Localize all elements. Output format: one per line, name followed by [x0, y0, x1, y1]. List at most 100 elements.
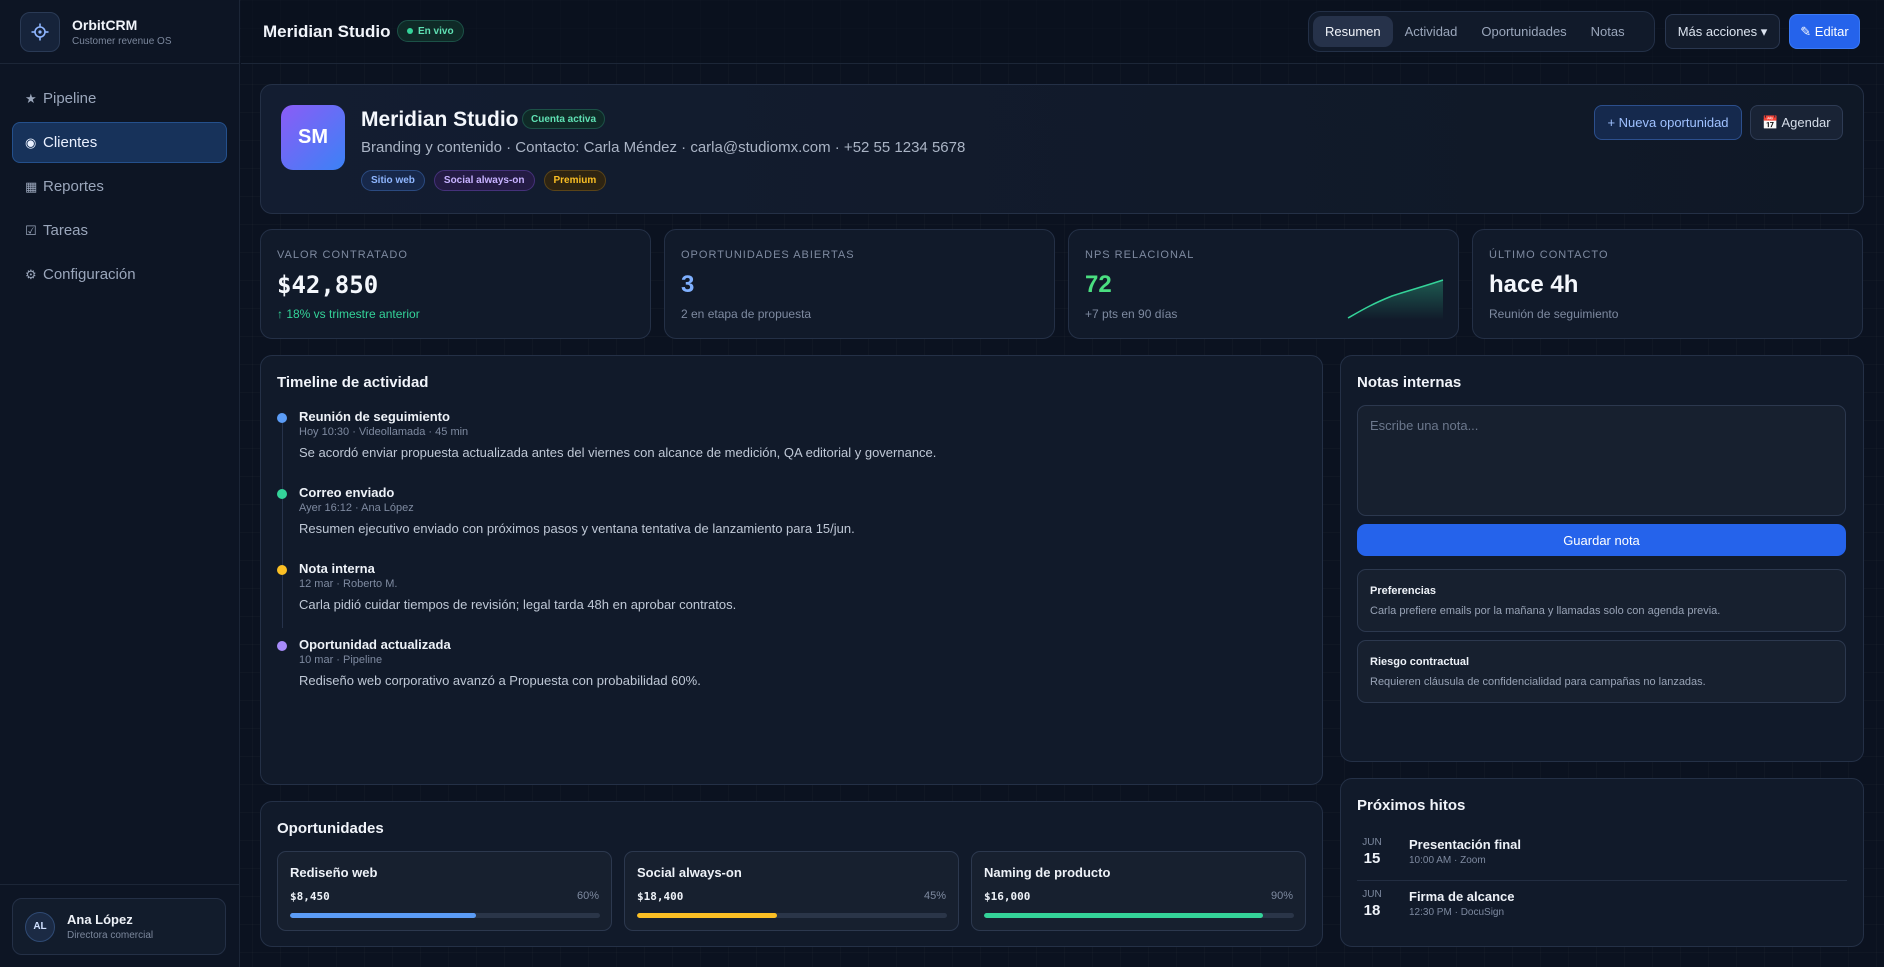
- note-card-title: Riesgo contractual: [1370, 656, 1470, 668]
- star-icon: ★: [25, 90, 37, 106]
- timeline-item-meta: 10 mar · Pipeline: [299, 654, 383, 666]
- progress-track: [637, 913, 947, 918]
- milestone-item[interactable]: JUN 15 Presentación final 10:00 AM · Zoo…: [1357, 837, 1847, 889]
- milestone-day: 15: [1363, 850, 1381, 867]
- tab-resumen[interactable]: Resumen: [1313, 16, 1393, 47]
- brand[interactable]: OrbitCRM Customer revenue OS: [20, 11, 230, 53]
- sidebar-item-label: Tareas: [43, 222, 89, 239]
- timeline-item-title: Oportunidad actualizada: [299, 637, 451, 652]
- client-header: SM Meridian Studio Cuenta activa Brandin…: [260, 84, 1864, 214]
- tag[interactable]: Sitio web: [361, 170, 425, 191]
- stat-value: 3: [681, 271, 695, 298]
- timeline-item-title: Reunión de seguimiento: [299, 409, 450, 424]
- save-note-button[interactable]: Guardar nota: [1357, 524, 1846, 556]
- target-icon: ◉: [25, 134, 37, 150]
- new-opportunity-button[interactable]: + Nueva oportunidad: [1594, 105, 1742, 140]
- stat-card-last-contact: ÚLTIMO CONTACTO hace 4h Reunión de segui…: [1472, 229, 1863, 339]
- tab-bar: Resumen Actividad Oportunidades Notas: [1308, 11, 1655, 52]
- user-name: Ana López: [67, 912, 133, 927]
- timeline-item-text: Rediseño web corporativo avanzó a Propue…: [299, 673, 701, 688]
- progress-track: [290, 913, 600, 918]
- client-description: Branding y contenido · Contacto: Carla M…: [361, 139, 966, 156]
- sidebar: OrbitCRM Customer revenue OS ★ Pipeline …: [0, 0, 240, 967]
- timeline-item-meta: Hoy 10:30 · Videollamada · 45 min: [299, 426, 469, 438]
- tab-oportunidades[interactable]: Oportunidades: [1469, 16, 1578, 47]
- timeline-item-text: Carla pidió cuidar tiempos de revisión; …: [299, 597, 737, 612]
- user-role: Directora comercial: [67, 930, 154, 941]
- timeline-dot-icon: [277, 641, 287, 651]
- stat-sub: 2 en etapa de propuesta: [681, 307, 812, 321]
- note-card-title: Preferencias: [1370, 585, 1437, 597]
- opportunity-name: Naming de producto: [984, 865, 1111, 880]
- progress-fill: [984, 913, 1263, 918]
- sidebar-item-tareas[interactable]: ☑ Tareas: [12, 210, 227, 251]
- checkbox-icon: ☑: [25, 222, 37, 238]
- timeline-line: [282, 418, 283, 628]
- brand-subtitle: Customer revenue OS: [72, 36, 172, 47]
- panel-title: Oportunidades: [277, 820, 384, 837]
- internal-notes-panel: Notas internas Guardar nota Preferencias…: [1340, 355, 1864, 762]
- sparkline-chart: [1347, 279, 1444, 320]
- client-avatar: SM: [281, 105, 345, 170]
- stat-sub: +7 pts en 90 días: [1085, 307, 1178, 321]
- note-input[interactable]: [1357, 405, 1846, 516]
- note-card[interactable]: Riesgo contractual Requieren cláusula de…: [1357, 640, 1846, 703]
- sidebar-item-configuracion[interactable]: ⚙ Configuración: [12, 254, 227, 295]
- opportunity-probability: 45%: [923, 890, 946, 902]
- timeline-dot-icon: [277, 413, 287, 423]
- note-card[interactable]: Preferencias Carla prefiere emails por l…: [1357, 569, 1846, 632]
- milestone-title: Presentación final: [1409, 837, 1521, 852]
- opportunity-name: Social always-on: [637, 865, 742, 880]
- stat-label: ÚLTIMO CONTACTO: [1489, 249, 1609, 261]
- milestone-meta: 10:00 AM · Zoom: [1409, 855, 1486, 866]
- topbar: Meridian Studio En vivo Resumen Activida…: [241, 0, 1884, 64]
- schedule-button[interactable]: 📅 Agendar: [1750, 105, 1843, 140]
- tag[interactable]: Social always-on: [433, 170, 535, 191]
- progress-track: [984, 913, 1294, 918]
- timeline-item-text: Se acordó enviar propuesta actualizada a…: [299, 445, 937, 460]
- timeline-dot-icon: [277, 489, 287, 499]
- stat-label: OPORTUNIDADES ABIERTAS: [681, 249, 855, 261]
- opportunity-card[interactable]: Rediseño web $8,450 60%: [277, 851, 612, 931]
- opportunity-probability: 90%: [1270, 890, 1293, 902]
- milestone-day: 18: [1363, 902, 1381, 919]
- page-title: Meridian Studio: [263, 22, 391, 41]
- milestone-month: JUN: [1362, 889, 1382, 900]
- live-label: En vivo: [418, 25, 454, 37]
- stat-card-open-opportunities: OPORTUNIDADES ABIERTAS 3 2 en etapa de p…: [664, 229, 1055, 339]
- more-actions-button[interactable]: Más acciones ▾: [1665, 14, 1780, 49]
- progress-fill: [290, 913, 476, 918]
- opportunity-card[interactable]: Social always-on $18,400 45%: [624, 851, 959, 931]
- stat-value: hace 4h: [1489, 271, 1579, 298]
- tab-actividad[interactable]: Actividad: [1393, 16, 1470, 47]
- sidebar-nav: ★ Pipeline ◉ Clientes ▦ Reportes ☑ Tarea…: [12, 78, 227, 298]
- stat-value: $42,850: [277, 271, 379, 299]
- user-card[interactable]: AL Ana López Directora comercial: [12, 898, 226, 955]
- divider: [0, 884, 240, 885]
- progress-fill: [637, 913, 777, 918]
- avatar: AL: [25, 911, 55, 942]
- milestone-meta: 12:30 PM · DocuSign: [1409, 907, 1505, 918]
- milestone-title: Firma de alcance: [1409, 889, 1515, 904]
- opportunity-name: Rediseño web: [290, 865, 378, 880]
- panel-title: Próximos hitos: [1357, 797, 1466, 814]
- stat-card-contract-value: VALOR CONTRATADO $42,850 ↑ 18% vs trimes…: [260, 229, 651, 339]
- tab-notas[interactable]: Notas: [1579, 16, 1637, 47]
- sidebar-item-clientes[interactable]: ◉ Clientes: [12, 122, 227, 163]
- panel-title: Timeline de actividad: [277, 374, 429, 391]
- sidebar-item-pipeline[interactable]: ★ Pipeline: [12, 78, 227, 119]
- brand-name: OrbitCRM: [72, 17, 138, 33]
- opportunity-amount: $18,400: [637, 890, 684, 903]
- opportunity-card[interactable]: Naming de producto $16,000 90%: [971, 851, 1306, 931]
- live-badge: En vivo: [397, 20, 464, 42]
- stat-label: VALOR CONTRATADO: [277, 249, 408, 261]
- milestones-panel: Próximos hitos JUN 15 Presentación final…: [1340, 778, 1864, 947]
- stat-card-nps: NPS RELACIONAL 72 +7 pts en 90 días: [1068, 229, 1459, 339]
- edit-button[interactable]: ✎ Editar: [1789, 14, 1860, 49]
- milestone-item[interactable]: JUN 18 Firma de alcance 12:30 PM · DocuS…: [1357, 889, 1847, 941]
- divider: [1357, 880, 1847, 881]
- sidebar-item-reportes[interactable]: ▦ Reportes: [12, 166, 227, 207]
- stat-trend: ↑ 18% vs trimestre anterior: [277, 307, 420, 321]
- divider: [0, 63, 240, 64]
- tag[interactable]: Premium: [543, 170, 607, 191]
